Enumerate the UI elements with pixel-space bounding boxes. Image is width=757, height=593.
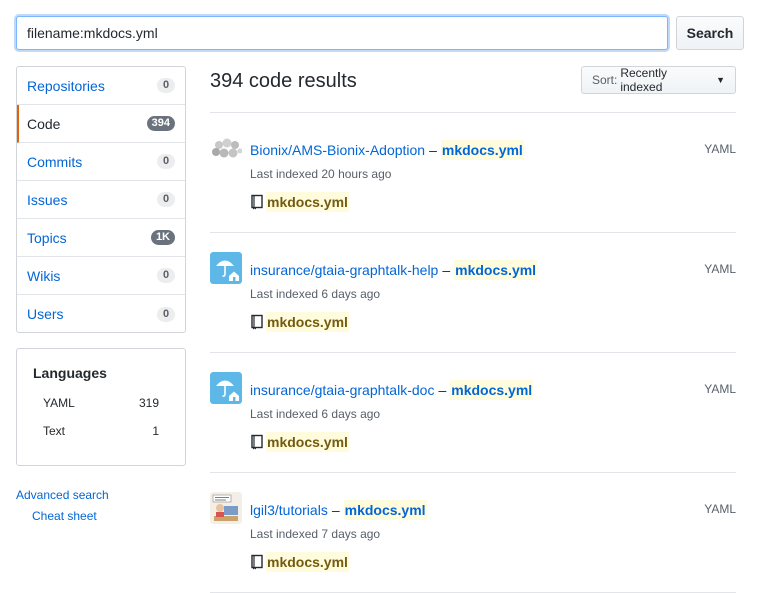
- file-match: mkdocs.yml: [250, 432, 349, 452]
- menu-item-label: Commits: [27, 153, 83, 170]
- file-name: mkdocs.yml: [266, 192, 349, 212]
- umbrella-house-avatar-icon[interactable]: [210, 252, 242, 284]
- language-item-text[interactable]: Text 1: [33, 417, 169, 445]
- languages-panel: Languages YAML 319 Text 1: [16, 348, 186, 466]
- language-count: 1: [152, 424, 159, 438]
- cartoon-avatar-icon[interactable]: [210, 492, 242, 524]
- result-title: lgil3/tutorials – mkdocs.yml: [250, 500, 427, 520]
- advanced-search-link[interactable]: Advanced search: [16, 488, 109, 502]
- menu-item-users[interactable]: Users 0: [17, 295, 185, 332]
- language-item-yaml[interactable]: YAML 319: [33, 389, 169, 417]
- menu-item-label: Wikis: [27, 267, 61, 284]
- sort-value: Recently indexed: [620, 66, 668, 94]
- last-indexed: Last indexed 6 days ago: [250, 287, 381, 301]
- language-label: YAML: [704, 502, 736, 516]
- menu-item-repositories[interactable]: Repositories 0: [17, 67, 185, 105]
- book-icon: [251, 194, 263, 210]
- file-link[interactable]: mkdocs.yml: [440, 140, 524, 160]
- count-badge: 1K: [150, 230, 175, 245]
- separator: –: [438, 382, 447, 398]
- file-match: mkdocs.yml: [250, 192, 349, 212]
- repo-link[interactable]: insurance/gtaia-graphtalk-doc: [250, 382, 434, 398]
- language-label: YAML: [704, 142, 736, 156]
- menu-item-label: Topics: [27, 229, 67, 246]
- language-count: 319: [138, 396, 159, 410]
- results-count-title: 394 code results: [210, 70, 357, 92]
- menu-item-commits[interactable]: Commits 0: [17, 143, 185, 181]
- repo-link[interactable]: Bionix/AMS-Bionix-Adoption: [250, 142, 425, 158]
- menu-item-label: Users: [27, 306, 64, 322]
- count-badge: 394: [146, 116, 175, 131]
- menu-item-label: Issues: [27, 191, 68, 208]
- last-indexed: Last indexed 6 days ago: [250, 407, 381, 421]
- menu-item-topics[interactable]: Topics 1K: [17, 219, 185, 257]
- file-name: mkdocs.yml: [266, 312, 349, 332]
- repo-link[interactable]: insurance/gtaia-graphtalk-help: [250, 262, 438, 278]
- menu-item-wikis[interactable]: Wikis 0: [17, 257, 185, 295]
- count-badge: 0: [157, 78, 175, 93]
- book-icon: [251, 434, 263, 450]
- last-indexed: Last indexed 20 hours ago: [250, 167, 392, 181]
- last-indexed: Last indexed 7 days ago: [250, 527, 381, 541]
- menu-item-label: Repositories: [27, 77, 105, 94]
- count-badge: 0: [157, 306, 175, 322]
- divider: [210, 112, 736, 113]
- sort-prefix: Sort:: [592, 73, 618, 87]
- result-title: insurance/gtaia-graphtalk-doc – mkdocs.yml: [250, 380, 534, 400]
- repo-link[interactable]: lgil3/tutorials: [250, 502, 328, 518]
- separator: –: [429, 142, 437, 158]
- code-result: lgil3/tutorials – mkdocs.yml YAML Last ind…: [210, 476, 736, 576]
- divider: [210, 352, 736, 353]
- result-title: Bionix/AMS-Bionix-Adoption – mkdocs.yml: [250, 140, 524, 160]
- language-label: YAML: [704, 382, 736, 396]
- language-label: YAML: [704, 262, 736, 276]
- file-match: mkdocs.yml: [250, 312, 349, 332]
- languages-title: Languages: [33, 365, 107, 381]
- divider: [210, 232, 736, 233]
- divider: [210, 472, 736, 473]
- file-link[interactable]: mkdocs.yml: [454, 260, 538, 280]
- search-type-menu: Repositories 0 Code 394 Commits 0 Issues…: [16, 66, 186, 333]
- separator: –: [331, 502, 340, 518]
- menu-item-issues[interactable]: Issues 0: [17, 181, 185, 219]
- count-badge: 0: [157, 154, 175, 169]
- search-input[interactable]: [16, 16, 668, 50]
- file-match: mkdocs.yml: [250, 552, 349, 572]
- sort-dropdown[interactable]: Sort: Recently indexed ▼: [581, 66, 736, 94]
- code-result: insurance/gtaia-graphtalk-doc – mkdocs.yml…: [210, 356, 736, 456]
- book-icon: [251, 314, 263, 330]
- bionix-avatar-icon[interactable]: [210, 132, 242, 164]
- book-icon: [251, 554, 263, 570]
- caret-down-icon: ▼: [716, 75, 725, 85]
- menu-item-label: Code: [27, 115, 61, 132]
- result-title: insurance/gtaia-graphtalk-help – mkdocs.ym…: [250, 260, 538, 280]
- language-name: Text: [43, 424, 66, 438]
- search-button[interactable]: Search: [676, 16, 744, 50]
- file-link[interactable]: mkdocs.yml: [343, 500, 427, 520]
- file-name: mkdocs.yml: [266, 432, 349, 452]
- separator: –: [442, 262, 451, 278]
- cheat-sheet-link[interactable]: Cheat sheet: [32, 509, 97, 523]
- code-result: Bionix/AMS-Bionix-Adoption – mkdocs.yml YA…: [210, 116, 736, 216]
- code-result: insurance/gtaia-graphtalk-help – mkdocs.ym…: [210, 236, 736, 336]
- count-badge: 0: [157, 192, 175, 207]
- file-name: mkdocs.yml: [266, 552, 349, 572]
- count-badge: 0: [157, 268, 175, 283]
- umbrella-house-avatar-icon[interactable]: [210, 372, 242, 404]
- menu-item-code[interactable]: Code 394: [17, 105, 185, 143]
- file-link[interactable]: mkdocs.yml: [450, 380, 534, 400]
- language-name: YAML: [43, 396, 75, 410]
